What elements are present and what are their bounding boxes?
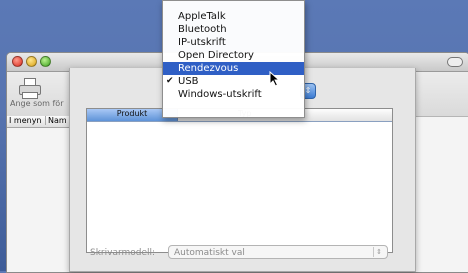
make-default-label[interactable]: Ange som för	[10, 99, 63, 108]
menu-item-appletalk[interactable]: AppleTalk	[163, 10, 304, 23]
desktop: Ange som för I menyn Nam ⇕ Produkt Typ S…	[0, 0, 468, 273]
menu-item-label: Bluetooth	[178, 24, 227, 35]
menu-item-windows-utskrift[interactable]: Windows-utskrift	[163, 88, 304, 101]
printer-model-label: Skrivarmodell:	[90, 248, 156, 258]
menu-item-rendezvous[interactable]: Rendezvous	[163, 62, 304, 75]
menu-item-label: AppleTalk	[178, 11, 226, 22]
menu-item-label: Rendezvous	[178, 63, 239, 74]
mouse-pointer-icon	[269, 71, 281, 87]
column-name[interactable]: Nam	[45, 116, 67, 125]
checkmark-icon: ✔	[166, 76, 174, 86]
close-button[interactable]	[12, 56, 23, 67]
menu-item-label: IP-utskrift	[178, 37, 226, 48]
zoom-button[interactable]	[40, 56, 51, 67]
menu-item-bluetooth[interactable]: Bluetooth	[163, 23, 304, 36]
toolbar-toggle-button[interactable]	[447, 57, 463, 67]
menu-item-label: Windows-utskrift	[178, 89, 262, 100]
printer-model-value: Automatiskt val	[174, 248, 245, 258]
minimize-button[interactable]	[26, 56, 37, 67]
column-in-menu[interactable]: I menyn	[9, 116, 42, 125]
menu-item-label: Open Directory	[178, 50, 254, 61]
printer-model-select[interactable]: Automatiskt val ⇕	[168, 245, 388, 259]
menu-item-open-directory[interactable]: Open Directory	[163, 49, 304, 62]
menu-item-usb[interactable]: ✔ USB	[163, 75, 304, 88]
menu-item-label: USB	[178, 76, 199, 87]
printer-icon[interactable]	[19, 78, 41, 99]
connection-type-menu: AppleTalk Bluetooth IP-utskrift Open Direct…	[162, 0, 305, 118]
select-arrows-icon: ⇕	[373, 247, 384, 257]
menu-item-ip-utskrift[interactable]: IP-utskrift	[163, 36, 304, 49]
printer-browser-list[interactable]: Produkt Typ	[86, 108, 393, 253]
